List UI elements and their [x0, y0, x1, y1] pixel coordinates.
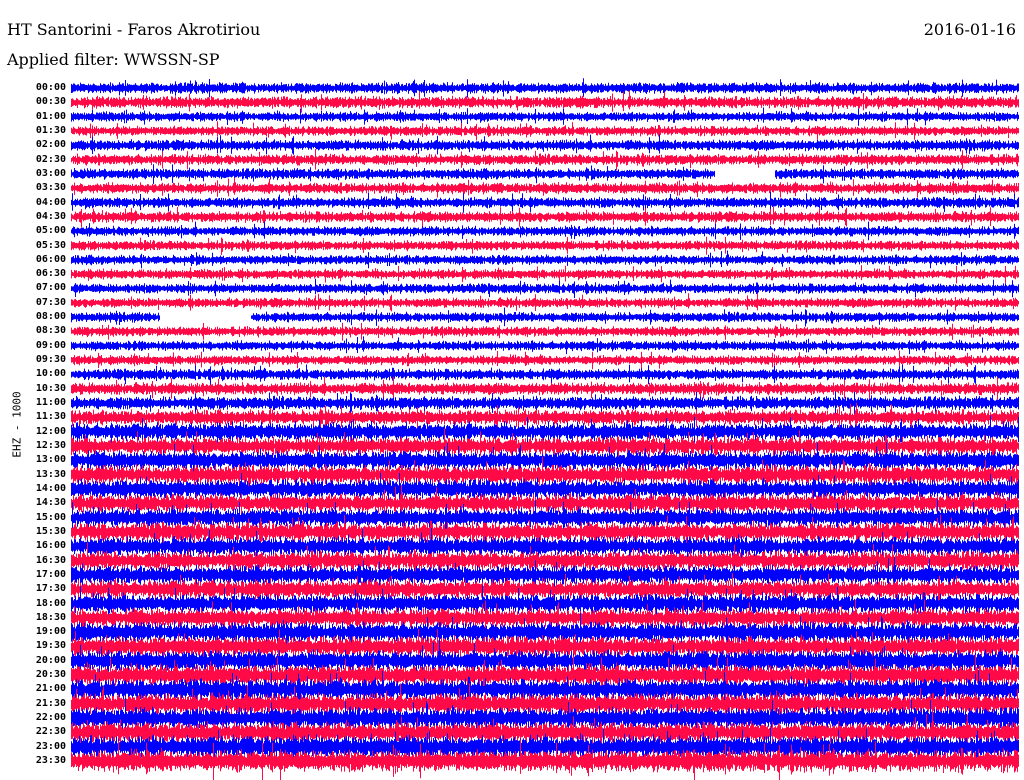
- trace-0300: [71, 164, 1019, 185]
- trace-0400: [71, 191, 1019, 213]
- helicorder-plot: [71, 78, 1019, 780]
- trace-0930: [71, 350, 1019, 370]
- trace-1030: [71, 376, 1019, 400]
- trace-0100: [71, 107, 1019, 126]
- trace-0800: [71, 307, 1019, 327]
- trace-0830: [71, 322, 1019, 341]
- trace-0330: [71, 177, 1019, 198]
- trace-0630: [71, 265, 1019, 284]
- trace-0900: [71, 336, 1019, 355]
- trace-0730: [71, 293, 1019, 312]
- trace-0430: [71, 206, 1019, 228]
- trace-0000: [71, 78, 1019, 98]
- trace-0700: [71, 278, 1019, 298]
- trace-0230: [71, 149, 1019, 170]
- trace-0530: [71, 236, 1019, 255]
- trace-0200: [71, 134, 1019, 155]
- trace-0600: [71, 250, 1019, 269]
- trace-0030: [71, 90, 1019, 113]
- trace-1000: [71, 364, 1019, 385]
- trace-0130: [71, 121, 1019, 141]
- trace-0500: [71, 221, 1019, 241]
